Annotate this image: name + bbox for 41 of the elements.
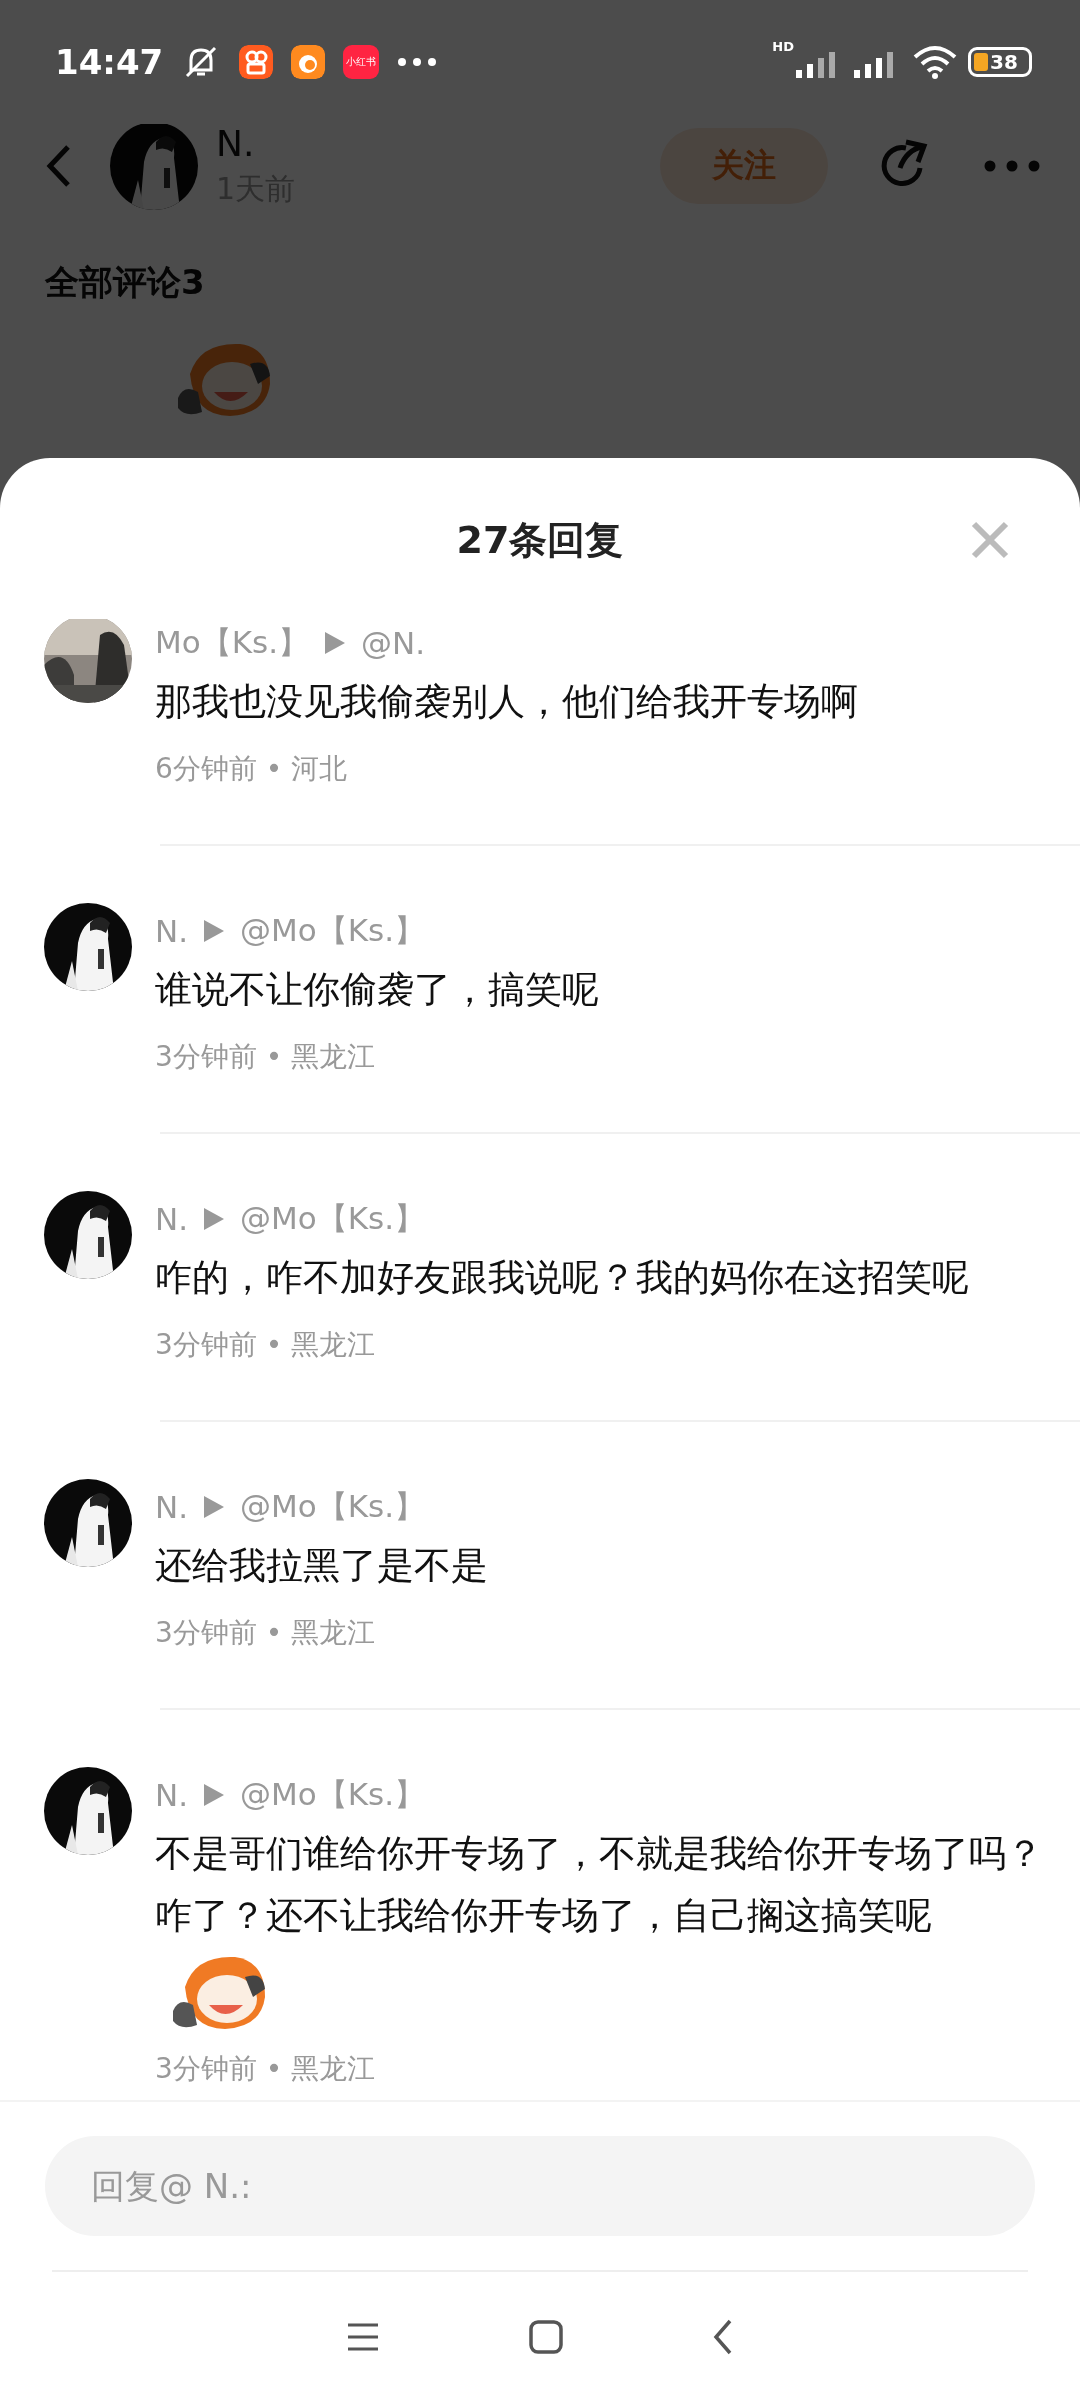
battery-fill: [974, 53, 988, 71]
author-name: N.: [155, 913, 189, 949]
triangle-icon: [325, 632, 346, 654]
more-icon: [397, 57, 438, 67]
reply-text: 咋的，咋不加好友跟我说呢？我的妈你在这招笑呢: [155, 1255, 970, 1301]
triangle-icon: [204, 1496, 225, 1518]
sheet-title: 27条回复: [456, 518, 624, 562]
reply-meta: 6分钟前 • 河北: [155, 751, 349, 787]
menu-icon[interactable]: [346, 2322, 381, 2352]
author-name: N.: [216, 124, 256, 166]
author-name: N.: [155, 1777, 189, 1813]
comments-heading: 全部评论3: [45, 261, 206, 304]
clock-time: 14:47: [55, 42, 164, 82]
back-icon[interactable]: [711, 2319, 734, 2355]
reply-field[interactable]: 回复@ N.:: [45, 2136, 1035, 2236]
home-icon[interactable]: [529, 2320, 563, 2354]
reply-text: 那我也没见我偷袭别人，他们给我开专场啊: [155, 679, 859, 725]
author-name: N.: [155, 1201, 189, 1237]
reply-meta: 3分钟前 • 黑龙江: [155, 1615, 377, 1651]
app-icon[interactable]: [239, 45, 274, 79]
reply-text: 谁说不让你偷袭了，搞笑呢: [155, 967, 600, 1013]
app-icon[interactable]: [291, 45, 326, 79]
author-name: Mo【Ks.】: [155, 623, 310, 662]
reply-target[interactable]: @Mo【Ks.】: [240, 910, 426, 952]
app-icon[interactable]: 小红书: [343, 45, 380, 79]
reply-target[interactable]: @N.: [361, 625, 426, 661]
triangle-icon: [204, 1784, 225, 1806]
reply-target[interactable]: @Mo【Ks.】: [240, 1486, 426, 1528]
triangle-icon: [204, 920, 225, 942]
reply-text: 不是哥们谁给你开专场了，不就是我给你开专场了吗？咋了？还不让我给你开专场了，自己搁这搞笑呢: [155, 1831, 1044, 1939]
author-name: N.: [155, 1489, 189, 1525]
network-label: HD: [772, 39, 794, 54]
reply-text: 还给我拉黑了是不是: [155, 1543, 489, 1589]
battery-percentage: 38: [990, 51, 1018, 73]
wifi-icon: [912, 45, 958, 79]
reply-meta: 3分钟前 • 黑龙江: [155, 2051, 377, 2087]
reply-target[interactable]: @Mo【Ks.】: [240, 1198, 426, 1240]
reply-meta: 3分钟前 • 黑龙江: [155, 1039, 377, 1075]
reply-target[interactable]: @Mo【Ks.】: [240, 1774, 426, 1816]
reply-meta: 3分钟前 • 黑龙江: [155, 1327, 377, 1363]
triangle-icon: [204, 1208, 225, 1230]
